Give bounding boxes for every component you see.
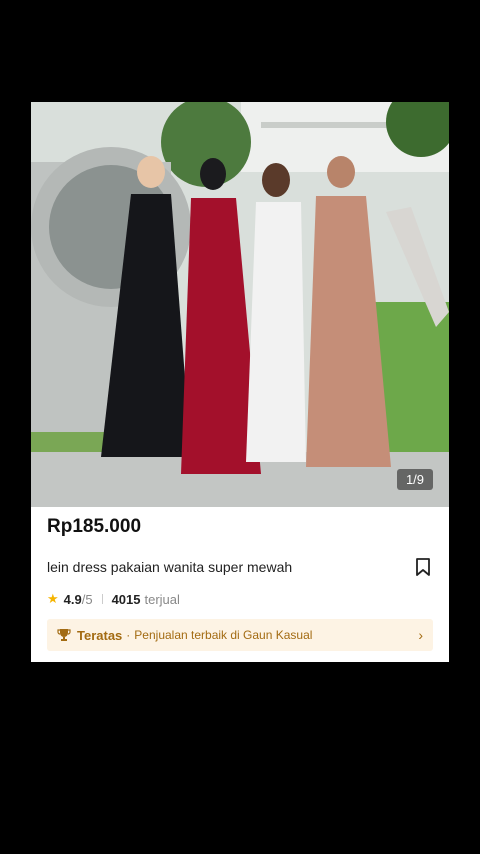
product-title: lein dress pakaian wanita super mewah bbox=[47, 559, 293, 575]
bookmark-icon[interactable] bbox=[415, 558, 431, 576]
sold-label: terjual bbox=[144, 591, 180, 607]
rating-max: /5 bbox=[81, 591, 93, 607]
trophy-icon bbox=[57, 629, 71, 641]
product-price: Rp185.000 bbox=[47, 516, 142, 537]
sold-count: 4015 bbox=[111, 591, 141, 607]
star-icon: ★ bbox=[47, 591, 59, 606]
bestseller-separator: · bbox=[126, 628, 131, 642]
bestseller-banner[interactable]: Teratas · Penjualan terbaik di Gaun Kasu… bbox=[47, 619, 433, 651]
bestseller-description: Penjualan terbaik di Gaun Kasual bbox=[134, 628, 313, 642]
bestseller-label: Teratas bbox=[77, 627, 123, 643]
product-photo-illustration bbox=[31, 102, 449, 507]
chevron-right-icon: › bbox=[418, 627, 423, 643]
rating-row: ★ 4.9 /5 4015 terjual bbox=[47, 590, 180, 608]
rating-value: 4.9 bbox=[63, 591, 82, 607]
image-counter: 1/9 bbox=[397, 469, 433, 490]
divider bbox=[101, 594, 103, 604]
product-image[interactable]: 1/9 bbox=[31, 102, 449, 507]
product-card: 1/9 Rp185.000 lein dress pakaian wanita … bbox=[31, 102, 449, 662]
